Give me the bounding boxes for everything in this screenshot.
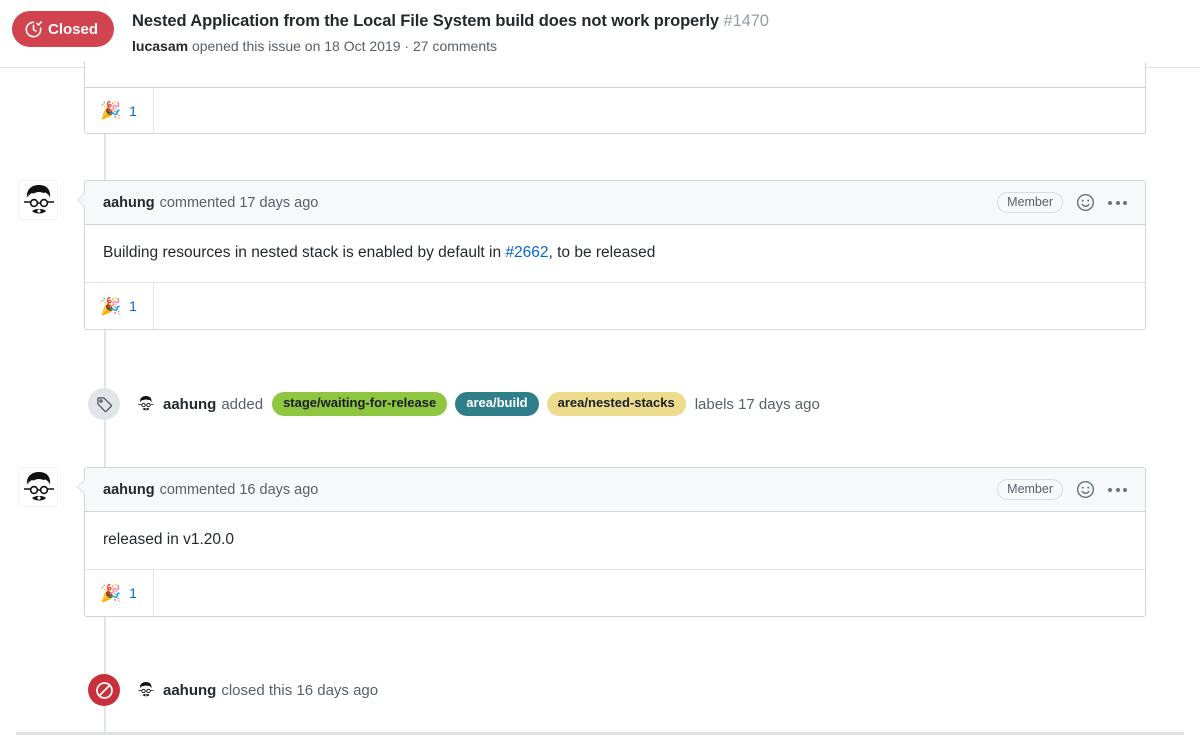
event-text-label: closed this 16 days ago bbox=[221, 681, 379, 699]
reaction-bar-filler bbox=[154, 88, 1145, 133]
timeline-event-text: aahung added stage/waiting-for-release a… bbox=[136, 392, 820, 416]
avatar[interactable] bbox=[18, 180, 58, 220]
kebab-dot bbox=[1123, 487, 1127, 492]
issue-closed-circle-icon bbox=[88, 674, 120, 706]
event-actor[interactable]: aahung bbox=[163, 394, 216, 415]
event-verb: added bbox=[221, 395, 264, 413]
reaction-bar: 🎉 1 bbox=[84, 87, 1146, 134]
comment-header-actions: Member bbox=[997, 191, 1135, 214]
page-divider bbox=[16, 732, 1184, 735]
kebab-dot bbox=[1108, 487, 1112, 492]
issue-header-text: Nested Application from the Local File S… bbox=[132, 10, 769, 56]
author-association-badge: Member bbox=[997, 191, 1063, 214]
avatar-image bbox=[19, 181, 57, 219]
label-chip-area-nested-stacks[interactable]: area/nested-stacks bbox=[546, 392, 686, 416]
smiley-face-icon[interactable] bbox=[1076, 193, 1095, 212]
tada-emoji-icon: 🎉 bbox=[100, 101, 122, 120]
tag-icon bbox=[88, 388, 120, 420]
kebab-dot bbox=[1108, 200, 1112, 205]
avatar[interactable] bbox=[136, 394, 156, 414]
comment-box: aahung commented 16 days ago Member rele… bbox=[77, 467, 1146, 618]
reaction-bar: 🎉 1 bbox=[85, 569, 1145, 617]
issue-subtitle: lucasam opened this issue on 18 Oct 2019… bbox=[132, 37, 769, 57]
status-badge-label: Closed bbox=[48, 20, 99, 38]
kebab-dot bbox=[1115, 487, 1120, 492]
timeline-event-labeled: aahung added stage/waiting-for-release a… bbox=[88, 388, 820, 420]
label-chip-stage-waiting-for-release[interactable]: stage/waiting-for-release bbox=[272, 392, 448, 416]
event-actor[interactable]: aahung bbox=[163, 680, 216, 701]
kebab-dot bbox=[1123, 200, 1127, 205]
issue-title-text: Nested Application from the Local File S… bbox=[132, 12, 720, 30]
author-association-badge: Member bbox=[997, 478, 1063, 501]
kebab-dot bbox=[1115, 200, 1120, 205]
kebab-menu-icon[interactable] bbox=[1108, 200, 1127, 205]
comment-timestamp: commented 16 days ago bbox=[159, 481, 319, 498]
tada-emoji-icon: 🎉 bbox=[100, 583, 122, 603]
comment-box: aahung commented 17 days ago Member Buil… bbox=[77, 180, 1146, 331]
page-title: Nested Application from the Local File S… bbox=[132, 11, 769, 32]
issue-reference-link[interactable]: #2662 bbox=[505, 244, 548, 261]
comment-1: aahung commented 17 days ago Member Buil… bbox=[0, 180, 1200, 353]
avatar-image bbox=[19, 468, 57, 506]
partial-comment-box: 🎉 1 bbox=[84, 62, 1146, 134]
comment-timestamp: commented 17 days ago bbox=[159, 194, 319, 211]
reaction-count: 1 bbox=[129, 585, 137, 602]
timeline-event-closed: aahung closed this 16 days ago bbox=[88, 674, 378, 706]
issue-timeline: 🎉 1 aahung commented 17 days ago Member … bbox=[0, 62, 1200, 749]
comment-body-text-before: released in v1.20.0 bbox=[103, 531, 234, 548]
issue-opened-text: opened this issue on 18 Oct 2019 · 27 co… bbox=[191, 37, 498, 54]
tada-emoji-icon: 🎉 bbox=[100, 296, 122, 316]
reaction-bar-filler bbox=[154, 570, 1145, 616]
avatar[interactable] bbox=[18, 467, 58, 507]
comment-body: Building resources in nested stack is en… bbox=[85, 225, 1145, 282]
timeline-event-text: aahung closed this 16 days ago bbox=[136, 680, 378, 701]
reaction-button-tada[interactable]: 🎉 1 bbox=[85, 570, 154, 617]
avatar-image bbox=[136, 394, 156, 414]
github-issue-page: Closed Nested Application from the Local… bbox=[0, 0, 1200, 749]
kebab-menu-icon[interactable] bbox=[1108, 487, 1127, 492]
comment-header: aahung commented 16 days ago Member bbox=[85, 468, 1145, 512]
reaction-bar-filler bbox=[154, 283, 1145, 329]
reaction-bar: 🎉 1 bbox=[85, 282, 1145, 330]
comment-2: aahung commented 16 days ago Member rele… bbox=[0, 467, 1200, 640]
comment-body: released in v1.20.0 bbox=[85, 512, 1145, 569]
reaction-button-tada[interactable]: 🎉 1 bbox=[85, 283, 154, 330]
event-suffix: labels 17 days ago bbox=[694, 395, 820, 413]
comment-header: aahung commented 17 days ago Member bbox=[85, 181, 1145, 225]
comment-body-text-before: Building resources in nested stack is en… bbox=[103, 244, 506, 261]
issue-author-link[interactable]: lucasam bbox=[132, 38, 188, 54]
avatar[interactable] bbox=[136, 680, 156, 700]
reaction-count: 1 bbox=[129, 298, 137, 315]
smiley-face-icon[interactable] bbox=[1076, 480, 1095, 499]
label-chip-area-build[interactable]: area/build bbox=[455, 392, 539, 416]
issue-header: Closed Nested Application from the Local… bbox=[0, 0, 1200, 68]
avatar-image bbox=[136, 680, 156, 700]
comment-body-text-after: , to be released bbox=[548, 244, 656, 261]
status-badge[interactable]: Closed bbox=[12, 11, 115, 47]
issue-number: #1470 bbox=[723, 12, 769, 30]
comment-author[interactable]: aahung bbox=[103, 482, 155, 498]
reaction-count: 1 bbox=[129, 102, 137, 119]
issue-closed-icon bbox=[25, 20, 42, 38]
reaction-button-tada[interactable]: 🎉 1 bbox=[85, 88, 154, 133]
comment-header-actions: Member bbox=[997, 478, 1135, 501]
comment-author[interactable]: aahung bbox=[103, 195, 155, 211]
